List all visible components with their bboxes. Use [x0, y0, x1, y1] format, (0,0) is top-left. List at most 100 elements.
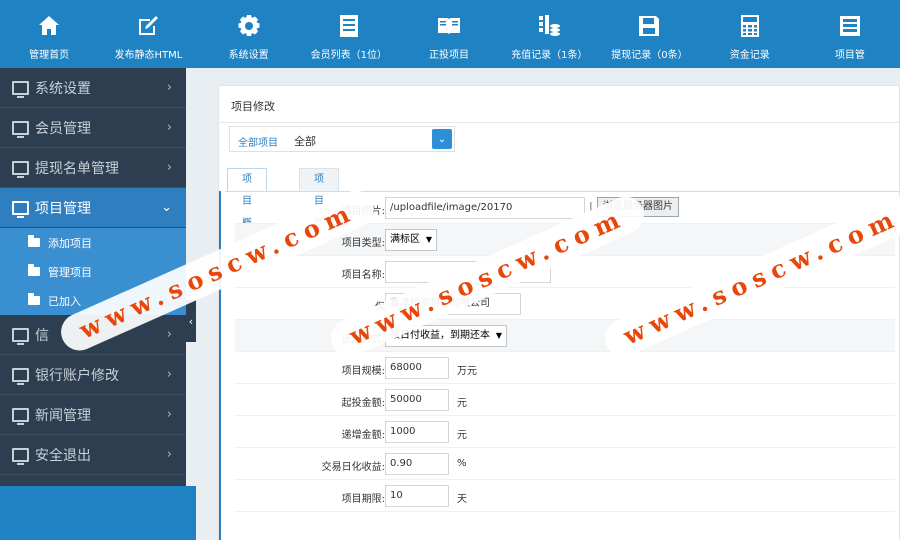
nav-publish-html[interactable]: 发布静态HTML: [98, 0, 198, 68]
submenu-label: 已加入: [48, 294, 81, 308]
divider: [219, 122, 900, 123]
folder-icon: [28, 235, 40, 247]
form-row-scale: 项目规模: 68000 万元: [235, 352, 895, 384]
separator: |: [589, 200, 593, 213]
filter-value: 全部: [294, 135, 316, 148]
project-type-select[interactable]: 满标区 ▼: [385, 229, 437, 251]
form-row-guarantee: 保 鑫泽投资担保有限公司: [235, 288, 895, 320]
sidebar-collapse-toggle[interactable]: ‹: [186, 300, 196, 342]
form-row-period: 项目期限: 10 天: [235, 480, 895, 512]
nav-label: 系统设置: [228, 50, 269, 61]
project-scale-field[interactable]: 68000: [385, 357, 449, 379]
submenu-label: 管理项目: [48, 265, 92, 279]
sidebar-item-members[interactable]: 会员管理 ›: [0, 108, 186, 148]
guarantee-company-field[interactable]: 鑫泽投资担保有限公司: [385, 293, 521, 315]
nav-withdraw[interactable]: 提现记录（0条）: [599, 0, 699, 68]
form-row-name: 项目名称:: [235, 256, 895, 288]
monitor-icon: [12, 447, 29, 465]
daily-rate-field[interactable]: 0.90: [385, 453, 449, 475]
chevron-right-icon: ›: [166, 160, 172, 175]
monitor-icon: [12, 160, 29, 178]
form-row-repay: 还款方式: 按日付收益，到期还本 ▼: [235, 320, 895, 352]
chevron-right-icon: ›: [166, 367, 172, 382]
nav-home[interactable]: 管理首页: [0, 0, 98, 68]
sidebar-item-info[interactable]: 信 ›: [0, 315, 186, 355]
monitor-icon: [12, 200, 29, 218]
sidebar-item-system-settings[interactable]: 系统设置 ›: [0, 68, 186, 108]
min-investment-field[interactable]: 50000: [385, 389, 449, 411]
sidebar-item-label: 项目管理: [35, 200, 91, 217]
save-icon: [639, 16, 660, 36]
nav-settings[interactable]: 系统设置: [199, 0, 299, 68]
chevron-down-icon[interactable]: ⌄: [432, 129, 452, 149]
submenu-joined[interactable]: 已加入: [0, 286, 186, 315]
unit-label: 元: [457, 398, 467, 409]
nav-project-manage[interactable]: 项目管: [800, 0, 900, 68]
nav-label: 管理首页: [29, 50, 70, 61]
chevron-right-icon: ›: [166, 120, 172, 135]
folder-icon: [28, 293, 40, 305]
monitor-icon: [12, 407, 29, 425]
calculator-icon: [740, 15, 759, 37]
chevron-down-icon: ⌄: [161, 200, 172, 215]
field-label: 项目类型:: [341, 238, 385, 249]
nav-members[interactable]: 会员列表（1位）: [299, 0, 399, 68]
page-title: 项目修改: [231, 100, 275, 113]
field-label: 递增金额:: [341, 430, 385, 441]
monitor-icon: [12, 367, 29, 385]
field-label: 项目期限:: [341, 494, 385, 505]
document-icon: [339, 15, 358, 37]
sidebar-item-label: 系统设置: [35, 80, 91, 97]
top-nav: 管理首页 发布静态HTML 系统设置 会员列表（1位） 正投项目 充值记录（1条…: [0, 0, 900, 68]
chevron-right-icon: ›: [166, 327, 172, 342]
main-content: 项目修改 全部项目 全部 ⌄ 项目概况 项目参数 项目图片: /uploadfi…: [196, 68, 900, 540]
field-label: 交易日化收益:: [321, 462, 385, 473]
unit-label: 天: [457, 494, 467, 505]
select-value: 按日付收益，到期还本: [390, 330, 490, 341]
project-period-field[interactable]: 10: [385, 485, 449, 507]
browse-server-images-button[interactable]: 浏览服务器图片: [597, 197, 679, 217]
sidebar-item-label: 银行账户修改: [35, 367, 119, 384]
monitor-icon: [12, 327, 29, 345]
dropdown-arrow-icon: ▼: [495, 331, 502, 340]
nav-label: 提现记录（0条）: [611, 50, 688, 61]
project-name-field[interactable]: [385, 261, 551, 283]
home-icon: [39, 16, 60, 35]
form-row-type: 项目类型: 满标区 ▼: [235, 224, 895, 256]
coins-icon: [539, 15, 561, 36]
sidebar-item-label: 安全退出: [35, 447, 91, 464]
select-value: 满标区: [390, 234, 420, 245]
folder-icon: [28, 264, 40, 276]
sidebar-item-withdraw-list[interactable]: 提现名单管理 ›: [0, 148, 186, 188]
sidebar-item-label: 信: [35, 327, 49, 344]
book-icon: [438, 18, 461, 35]
nav-recharge[interactable]: 充值记录（1条）: [499, 0, 599, 68]
sidebar-item-bank-account[interactable]: 银行账户修改 ›: [0, 355, 186, 395]
nav-projects[interactable]: 正投项目: [399, 0, 499, 68]
monitor-icon: [12, 80, 29, 98]
tab-overview[interactable]: 项目概况: [227, 168, 267, 251]
sidebar-item-projects[interactable]: 项目管理 ⌄: [0, 188, 186, 228]
unit-label: %: [457, 458, 467, 469]
tab-parameters[interactable]: 项目参数: [299, 168, 339, 251]
submenu-manage-projects[interactable]: 管理项目: [0, 257, 186, 286]
form-row-step: 递增金额: 1000 元: [235, 416, 895, 448]
step-amount-field[interactable]: 1000: [385, 421, 449, 443]
image-path-field[interactable]: /uploadfile/image/20170: [385, 197, 585, 219]
nav-label: 资金记录: [729, 50, 770, 61]
dropdown-arrow-icon: ▼: [425, 235, 432, 244]
nav-funds[interactable]: 资金记录: [700, 0, 800, 68]
sidebar-item-news[interactable]: 新闻管理 ›: [0, 395, 186, 435]
field-label: 项目图片:: [341, 206, 385, 217]
submenu-add-project[interactable]: 添加项目: [0, 228, 186, 257]
project-filter-select[interactable]: 全部项目 全部 ⌄: [229, 126, 455, 152]
sidebar-item-logout[interactable]: 安全退出 ›: [0, 435, 186, 475]
sidebar-item-label: 提现名单管理: [35, 160, 119, 177]
chevron-right-icon: ›: [166, 80, 172, 95]
repayment-method-select[interactable]: 按日付收益，到期还本 ▼: [385, 325, 507, 347]
field-label: 保: [375, 302, 385, 313]
gear-icon: [238, 15, 260, 36]
nav-label: 充值记录（1条）: [511, 50, 588, 61]
field-label: 还款方式:: [341, 334, 385, 345]
sidebar: 系统设置 › 会员管理 › 提现名单管理 › 项目管理 ⌄ 添加项目 管理项目 …: [0, 68, 186, 540]
